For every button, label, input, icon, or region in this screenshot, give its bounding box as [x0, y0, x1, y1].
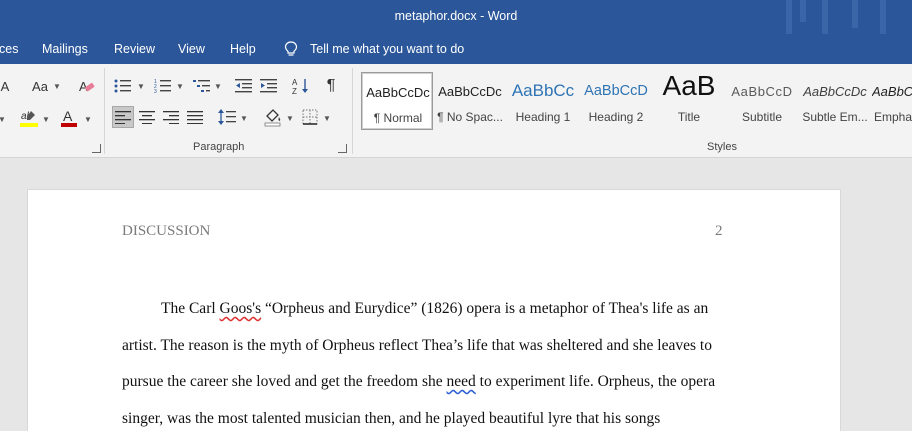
- chevron-down-icon[interactable]: ▼: [214, 82, 222, 91]
- style-subtle-emphasis[interactable]: AaBbCcDc Subtle Em...: [799, 72, 871, 130]
- style-sample: AaBbCcDc: [366, 85, 430, 100]
- style-emphasis[interactable]: AaBbCcDc Empha: [866, 72, 912, 130]
- style-name: Title: [677, 110, 701, 124]
- sort-icon[interactable]: AZ: [290, 75, 312, 97]
- title-pattern: [800, 0, 806, 22]
- style-name: Heading 1: [515, 110, 571, 124]
- justify-button[interactable]: [184, 106, 206, 128]
- paragraph-group-label: Paragraph: [193, 141, 245, 153]
- tab-view[interactable]: View: [178, 42, 205, 56]
- style-sample: AaBbCc: [511, 81, 575, 100]
- style-sample: AaBbCcDc: [872, 84, 912, 99]
- svg-text:A: A: [63, 108, 73, 124]
- multilevel-list-icon[interactable]: [191, 75, 213, 97]
- svg-text:Z: Z: [292, 87, 297, 95]
- line-spacing-icon[interactable]: [216, 106, 238, 128]
- style-title[interactable]: AaB Title: [653, 72, 725, 130]
- chevron-down-icon[interactable]: ▼: [176, 82, 184, 91]
- paragraph-line: The Carl Goos's “Orpheus and Eurydice” (…: [161, 300, 708, 318]
- style-name: ¶ No Spac...: [437, 110, 503, 124]
- chevron-down-icon[interactable]: ▼: [323, 114, 331, 123]
- increase-indent-icon[interactable]: [258, 75, 280, 97]
- group-divider: [352, 68, 353, 154]
- style-sample: AaBbCcD: [584, 83, 648, 99]
- tab-review[interactable]: Review: [114, 42, 155, 56]
- style-name: Subtitle: [741, 110, 783, 124]
- align-center-button[interactable]: [136, 106, 158, 128]
- tab-references[interactable]: ces: [0, 42, 18, 56]
- paragraph-dialog-launcher[interactable]: [338, 144, 347, 153]
- ribbon-tabs: ces Mailings Review View Help Tell me wh…: [0, 34, 912, 64]
- chevron-down-icon[interactable]: ▼: [240, 114, 248, 123]
- paragraph-line: artist. The reason is the myth of Orpheu…: [122, 337, 712, 354]
- chevron-down-icon[interactable]: ▼: [137, 82, 145, 91]
- title-pattern: [880, 0, 886, 34]
- style-sample: AaBbCcDc: [438, 84, 502, 99]
- style-heading-2[interactable]: AaBbCcD Heading 2: [580, 72, 652, 130]
- svg-text:3: 3: [154, 89, 157, 94]
- style-name: Empha: [874, 110, 912, 124]
- increase-font-icon[interactable]: A: [0, 75, 16, 97]
- chevron-down-icon[interactable]: ▼: [84, 115, 92, 124]
- title-pattern: [852, 0, 858, 28]
- spelling-error[interactable]: Goos's: [220, 300, 262, 317]
- font-color-icon[interactable]: A: [58, 107, 80, 129]
- window-title: metaphor.docx - Word: [394, 9, 518, 23]
- show-formatting-marks-icon[interactable]: ¶: [320, 75, 342, 97]
- svg-text:A: A: [292, 78, 298, 87]
- grammar-error[interactable]: need: [447, 373, 476, 390]
- ribbon: A Aa ▼ A ▼ ab ▼ A ▼ ▼ 123 ▼ ▼ AZ ¶ ▼ ▼ ▼…: [0, 64, 912, 158]
- paragraph-line: singer, was the most talented musician t…: [122, 410, 661, 427]
- title-pattern: [822, 0, 828, 34]
- style-no-spacing[interactable]: AaBbCcDc ¶ No Spac...: [434, 72, 506, 130]
- align-left-button[interactable]: [112, 106, 134, 128]
- style-name: ¶ Normal: [373, 111, 423, 125]
- text-run: “Orpheus and Eurydice” (1826) opera is a…: [261, 300, 709, 317]
- group-divider: [104, 68, 105, 154]
- style-normal[interactable]: AaBbCcDc ¶ Normal: [361, 72, 433, 130]
- style-name: Subtle Em...: [802, 110, 868, 124]
- tell-me-search[interactable]: Tell me what you want to do: [310, 42, 464, 56]
- font-dialog-launcher[interactable]: [92, 144, 101, 153]
- clear-formatting-icon[interactable]: A: [75, 75, 97, 97]
- style-sample: AaBbCcD: [731, 84, 793, 99]
- numbering-icon[interactable]: 123: [152, 75, 174, 97]
- title-bar: metaphor.docx - Word: [0, 0, 912, 34]
- style-subtitle[interactable]: AaBbCcD Subtitle: [726, 72, 798, 130]
- tab-help[interactable]: Help: [230, 42, 256, 56]
- shading-icon[interactable]: [262, 106, 284, 128]
- running-header: DISCUSSION: [122, 223, 211, 239]
- text-run: The Carl: [161, 300, 220, 317]
- change-case-icon[interactable]: Aa: [28, 75, 52, 97]
- bullets-icon[interactable]: [112, 75, 134, 97]
- align-right-button[interactable]: [160, 106, 182, 128]
- paragraph-line: pursue the career she loved and get the …: [122, 373, 715, 391]
- style-sample: AaBbCcDc: [803, 84, 867, 99]
- style-name: Heading 2: [588, 110, 644, 124]
- decrease-indent-icon[interactable]: [233, 75, 255, 97]
- title-pattern: [786, 0, 792, 34]
- text-run: to experiment life. Orpheus, the opera: [475, 373, 716, 390]
- styles-group-label: Styles: [707, 141, 737, 153]
- change-case-label: Aa: [32, 78, 48, 94]
- document-page[interactable]: DISCUSSION 2 The Carl Goos's “Orpheus an…: [27, 189, 841, 431]
- highlight-color-icon[interactable]: ab: [18, 107, 40, 129]
- text-run: pursue the career she loved and get the …: [122, 373, 447, 390]
- chevron-down-icon[interactable]: ▼: [0, 115, 6, 124]
- chevron-down-icon[interactable]: ▼: [53, 82, 61, 91]
- lightbulb-icon[interactable]: [284, 41, 298, 57]
- chevron-down-icon[interactable]: ▼: [286, 114, 294, 123]
- chevron-down-icon[interactable]: ▼: [42, 115, 50, 124]
- style-heading-1[interactable]: AaBbCc Heading 1: [507, 72, 579, 130]
- page-number: 2: [715, 223, 723, 239]
- style-sample: AaB: [662, 72, 716, 101]
- borders-icon[interactable]: [299, 106, 321, 128]
- tab-mailings[interactable]: Mailings: [42, 42, 88, 56]
